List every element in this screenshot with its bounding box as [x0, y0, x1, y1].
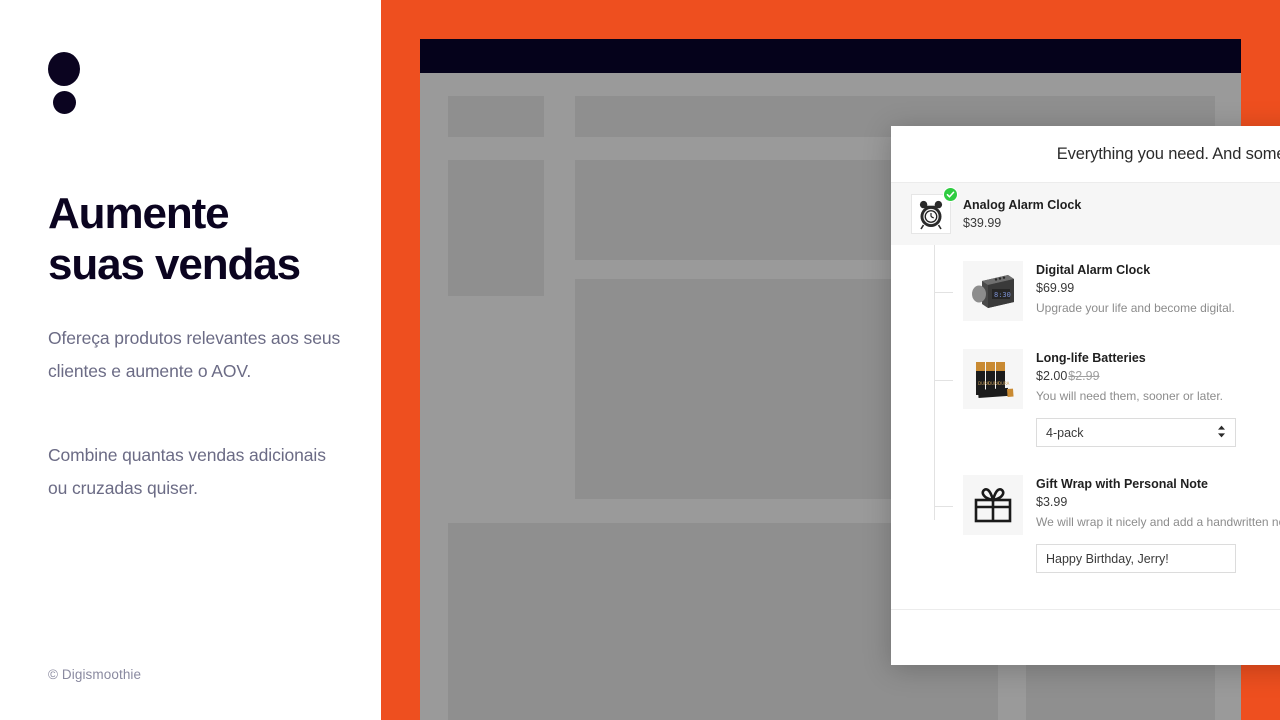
headline-line-2: suas vendas [48, 240, 301, 289]
offer-description: Upgrade your life and become digital. [1036, 301, 1235, 315]
offer-price: $69.99 [1036, 279, 1280, 297]
right-showcase-panel: Everything you need. And something extra… [381, 0, 1280, 720]
offer-details: Gift Wrap with Personal Note $3.99 We wi… [1036, 475, 1280, 573]
offer-price: $3.99 [1036, 493, 1280, 511]
svg-text:8:30: 8:30 [994, 291, 1011, 299]
logo-dot-large [48, 52, 80, 86]
tree-branch [934, 292, 953, 293]
modal-header: Everything you need. And something extra… [891, 126, 1280, 183]
logo-dot-small [53, 91, 76, 114]
personal-note-value: Happy Birthday, Jerry! [1046, 551, 1169, 566]
tree-branch [934, 380, 953, 381]
offer-price: $2.00$2.99 [1036, 367, 1280, 385]
parent-product-thumb [911, 187, 958, 234]
parent-product-price: $39.99 [963, 215, 1002, 230]
offer-price-current: $3.99 [1036, 495, 1068, 509]
tree-branch [934, 506, 953, 507]
parent-product-name: Analog Alarm Clock [963, 197, 1082, 212]
page-root: Aumente suas vendas Ofereça produtos rel… [0, 0, 1280, 720]
modal-body: Analog Alarm Clock $39.99 8:30 Digital A… [891, 183, 1280, 609]
digismoothie-logo [48, 52, 88, 122]
offer-price-original: $2.99 [1068, 369, 1100, 383]
offer-row: 8:30 Digital Alarm Clock $69.99 Upgrade … [891, 245, 1280, 333]
offer-description: You will need them, sooner or later. [1036, 389, 1224, 403]
batteries-image: DURA DURA DURA [963, 349, 1023, 409]
chevron-updown-icon [1217, 425, 1226, 441]
offer-details: Long-life Batteries $2.00$2.99 You will … [1036, 349, 1280, 447]
offer-price-current: $69.99 [1036, 281, 1075, 295]
skeleton-block [448, 160, 544, 296]
offer-details: Digital Alarm Clock $69.99 Upgrade your … [1036, 261, 1280, 318]
offer-name: Long-life Batteries [1036, 351, 1146, 365]
personal-note-input[interactable]: Happy Birthday, Jerry! [1036, 544, 1236, 573]
offer-row: DURA DURA DURA Long-life Batteries $2.00… [891, 333, 1280, 459]
upsell-modal: Everything you need. And something extra… [891, 126, 1280, 665]
variant-select[interactable]: 4-pack [1036, 418, 1236, 447]
store-topbar [420, 39, 1241, 73]
marketing-paragraph-2: Combine quantas vendas adicionais ou cru… [48, 445, 326, 498]
offer-name: Digital Alarm Clock [1036, 263, 1151, 277]
page-title: Aumente suas vendas [48, 188, 358, 290]
offer-row: Gift Wrap with Personal Note $3.99 We wi… [891, 459, 1280, 587]
parent-product-info: Analog Alarm Clock $39.99 [963, 197, 1081, 232]
copyright-text: © Digismoothie [48, 667, 142, 682]
headline-line-1: Aumente [48, 189, 230, 238]
in-cart-check-icon [943, 187, 958, 202]
offers-list: 8:30 Digital Alarm Clock $69.99 Upgrade … [891, 245, 1280, 587]
gift-icon [963, 475, 1023, 535]
skeleton-block [448, 96, 544, 137]
marketing-paragraph-1: Ofereça produtos relevantes aos seus cli… [48, 328, 341, 381]
variant-select-value: 4-pack [1046, 425, 1084, 440]
modal-title: Everything you need. And something extra… [1056, 144, 1280, 163]
digital-clock-image: 8:30 [963, 261, 1023, 321]
svg-text:DURA: DURA [998, 381, 1010, 386]
parent-product-row: Analog Alarm Clock $39.99 [891, 183, 1280, 245]
offer-price-current: $2.00 [1036, 369, 1068, 383]
offer-name: Gift Wrap with Personal Note [1036, 477, 1209, 491]
modal-footer: CONTINUE › [891, 609, 1280, 665]
offer-description: We will wrap it nicely and add a handwri… [1036, 515, 1280, 529]
left-marketing-panel: Aumente suas vendas Ofereça produtos rel… [0, 0, 381, 720]
